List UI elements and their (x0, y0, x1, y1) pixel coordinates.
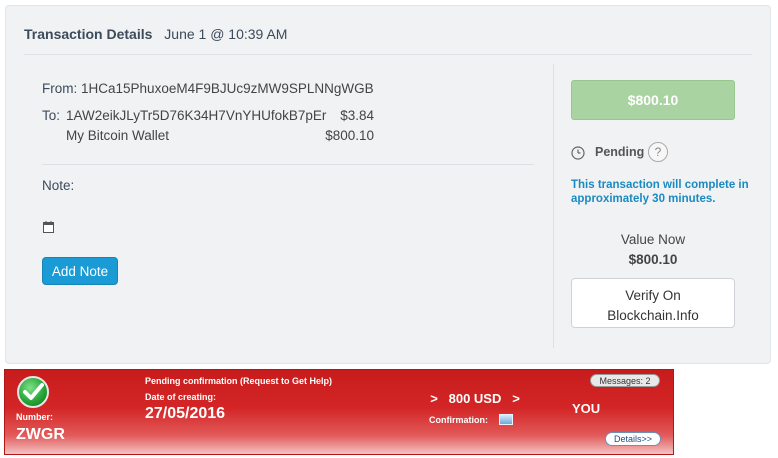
to-label-row: To: (42, 108, 60, 123)
recipient-amount: $3.84 (340, 108, 374, 123)
card-title: Transaction Details (24, 26, 153, 42)
value-now-label: Value Now (620, 232, 686, 247)
help-icon[interactable]: ? (648, 142, 668, 162)
recipient-amount: $800.10 (325, 128, 374, 143)
recipient-row: 1AW2eikJLyTr5D76K34H7VnYHUfokB7pEr $3.84 (66, 108, 374, 123)
recipient-wallet: My Bitcoin Wallet (66, 128, 170, 143)
date-label: Date of creating: (145, 392, 217, 402)
status-row: Pending ? (571, 142, 741, 164)
number-label: Number: (16, 412, 54, 422)
order-number: ZWGR (16, 426, 65, 443)
verify-label-line2: Blockchain.Info (607, 308, 699, 323)
clock-icon (571, 146, 585, 160)
verify-blockchain-button[interactable]: Verify On Blockchain.Info (571, 278, 735, 328)
transaction-card: Transaction Details June 1 @ 10:39 AM Fr… (5, 5, 771, 364)
messages-button[interactable]: Messages: 2 (590, 374, 660, 387)
to-label: To: (42, 108, 61, 123)
from-address: 1HCa15PhuxoeM4F9BJUc9zMW9SPLNNgWGB (81, 81, 374, 96)
details-button[interactable]: Details>> (605, 432, 661, 446)
confirmation-label: Confirmation: (429, 415, 488, 425)
column-divider (553, 64, 554, 348)
transaction-datetime: June 1 @ 10:39 AM (164, 26, 288, 42)
recipient-row: My Bitcoin Wallet $800.10 (66, 128, 374, 143)
confirmation-image-icon[interactable] (499, 414, 513, 425)
pending-confirmation-link[interactable]: Pending confirmation (Request to Get Hel… (145, 376, 332, 386)
from-row: From: 1HCa15PhuxoeM4F9BJUc9zMW9SPLNNgWGB (42, 81, 374, 96)
recipient-address: 1AW2eikJLyTr5D76K34H7VnYHUfokB7pEr (66, 108, 327, 123)
note-label: Note: (42, 178, 75, 193)
verify-label-line1: Verify On (625, 288, 681, 303)
amount-button[interactable]: $800.10 (571, 80, 735, 120)
header-divider (24, 54, 752, 55)
status-text: Pending (595, 145, 645, 159)
banner-amount: > 800 USD > (430, 391, 520, 406)
checkmark-icon (17, 376, 49, 408)
card-header: Transaction Details June 1 @ 10:39 AM (24, 26, 287, 42)
note-divider (42, 164, 534, 165)
pending-message: This transaction will complete in approx… (571, 179, 749, 205)
calendar-icon[interactable] (43, 221, 54, 233)
add-note-button[interactable]: Add Note (42, 257, 118, 285)
payment-banner: Number: ZWGR Pending confirmation (Reque… (4, 369, 674, 455)
from-label: From: (42, 81, 78, 96)
recipient-you: YOU (572, 401, 601, 416)
value-now-amount: $800.10 (628, 252, 678, 267)
creation-date: 27/05/2016 (145, 405, 226, 422)
